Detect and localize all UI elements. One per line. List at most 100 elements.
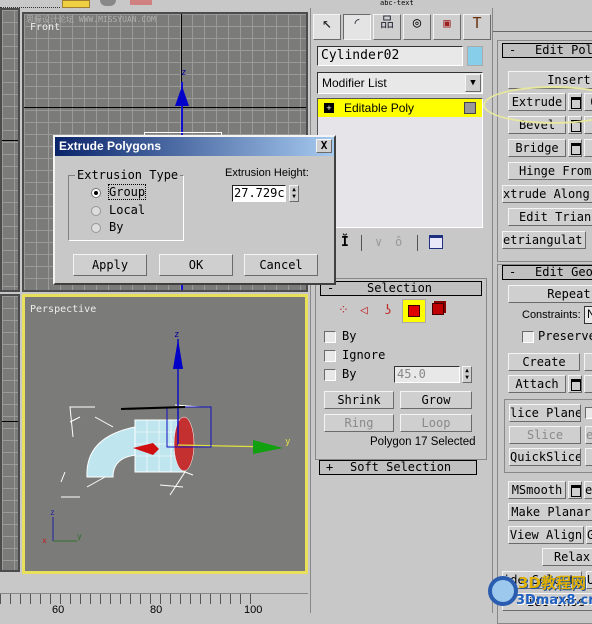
configure-modifier-sets-icon[interactable] <box>429 235 443 249</box>
left-viewport-top[interactable] <box>0 8 20 292</box>
attach-button[interactable]: Attach <box>508 375 566 393</box>
view-align-button[interactable]: View Align <box>508 526 584 544</box>
bridge-settings-icon[interactable] <box>568 139 582 157</box>
grid-align-button[interactable]: G <box>586 526 592 544</box>
split-checkbox[interactable] <box>585 407 592 419</box>
selection-status: Polygon 17 Selected <box>370 436 476 448</box>
abc-text[interactable]: abc-text <box>380 0 414 8</box>
bridge-button[interactable]: Bridge <box>508 139 566 157</box>
constraints-dropdown[interactable]: N <box>584 306 592 324</box>
slice-plane-button[interactable]: lice Plane <box>509 404 581 422</box>
slice-button[interactable]: Slice <box>509 426 581 444</box>
polygon-level-button[interactable] <box>402 299 426 323</box>
tab-modify[interactable]: ◜ <box>343 14 371 40</box>
preserve-uvs-label: Preserve <box>538 329 592 343</box>
object-color-swatch[interactable] <box>467 46 483 66</box>
tessellate-button[interactable]: e <box>584 481 592 499</box>
radio-local[interactable] <box>91 206 101 216</box>
remove-modifier-icon[interactable]: ô <box>395 235 402 249</box>
loop-button[interactable]: Loop <box>400 414 472 432</box>
tab-utilities[interactable]: T <box>463 14 491 40</box>
y-gizmo-arrow <box>253 440 283 454</box>
angle-spinner-input[interactable]: 45.0 <box>394 366 460 383</box>
left-viewport-bottom[interactable] <box>0 294 20 572</box>
dialog-title-bar[interactable]: Extrude Polygons X <box>55 137 334 156</box>
by-vertex-label: By <box>342 329 357 343</box>
grow-button[interactable]: Grow <box>400 391 472 409</box>
preserve-uvs-checkbox[interactable] <box>522 331 534 343</box>
tab-display[interactable]: ▣ <box>433 14 461 40</box>
shadow-line <box>120 406 186 410</box>
shrink-button[interactable]: Shrink <box>324 391 394 409</box>
retriangulate-button[interactable]: etriangulat <box>502 231 586 249</box>
collapse-button[interactable] <box>584 353 592 371</box>
reset-plane-button[interactable]: e <box>585 426 592 444</box>
cut-button[interactable] <box>585 448 592 466</box>
modifier-stack[interactable]: + Editable Poly <box>317 98 483 228</box>
extrusion-height-spinner[interactable]: ▲ ▼ <box>289 185 299 202</box>
ignore-backfacing-checkbox[interactable] <box>324 350 336 362</box>
timeline-ruler[interactable]: 60 80 100 <box>0 593 308 616</box>
tab-hierarchy[interactable]: 品 <box>373 14 401 40</box>
material-icon[interactable] <box>130 0 152 5</box>
by-angle-checkbox[interactable] <box>324 369 336 381</box>
radio-local-label: Local <box>109 203 146 217</box>
create-button[interactable]: Create <box>508 353 580 371</box>
stack-toolbar: Ĭ ∨ ô <box>331 233 491 253</box>
ring-button[interactable]: Ring <box>324 414 394 432</box>
stack-item-toggle-icon[interactable] <box>464 102 476 114</box>
extrude-along-spline-button[interactable]: xtrude Along <box>502 185 592 203</box>
selection-rollout-header[interactable]: - Selection <box>320 281 482 296</box>
perspective-viewport[interactable]: Perspective z y z x y <box>22 294 308 574</box>
render-icon[interactable] <box>100 0 116 6</box>
stack-item-editable-poly[interactable]: + Editable Poly <box>318 99 482 117</box>
edit-triangulation-button[interactable]: Edit Triang <box>508 208 592 226</box>
z-gizmo-arrow <box>173 339 183 369</box>
apply-button[interactable]: Apply <box>73 254 147 276</box>
selection-rollout: - Selection ⁘ ◁ ʖ By Ignore By 45.0 ▲ ▼ S… <box>315 278 487 460</box>
quickslice-button[interactable]: QuickSlice <box>509 448 581 466</box>
ignore-backfacing-label: Ignore <box>342 348 386 362</box>
object-name-field[interactable]: Cylinder02 <box>317 46 463 66</box>
corner-axis-tripod: z x y <box>42 508 82 545</box>
watermark-line2: 3Dmax8.cn <box>516 593 592 608</box>
tab-motion[interactable]: ◎ <box>403 14 431 40</box>
flip-button[interactable] <box>584 139 592 157</box>
make-planar-button[interactable]: Make Planar <box>508 503 592 521</box>
main-toolbar: abc-text <box>0 0 592 8</box>
tab-create[interactable]: ↖ <box>313 14 341 40</box>
border-level-icon[interactable]: ʖ <box>384 303 392 318</box>
timeline-label-100: 100 <box>244 604 263 616</box>
dropdown-arrow-icon[interactable]: ▼ <box>465 74 481 92</box>
radio-group[interactable] <box>91 188 101 198</box>
edit-polygons-header[interactable]: - Edit Pol <box>502 43 592 58</box>
select-icon[interactable] <box>62 0 90 8</box>
detach-button[interactable] <box>584 375 592 393</box>
cancel-button[interactable]: Cancel <box>244 254 318 276</box>
angle-spinner-arrows[interactable]: ▲ ▼ <box>462 366 472 383</box>
soft-selection-rollout-header[interactable]: + Soft Selection <box>319 460 477 475</box>
expand-icon[interactable]: + <box>324 103 334 113</box>
gizmo-z-label: z <box>174 330 179 340</box>
relax-button[interactable]: Relax <box>542 548 592 566</box>
modifier-list-dropdown[interactable]: Modifier List ▼ <box>317 72 483 94</box>
constraints-label: Constraints: <box>522 309 581 321</box>
edit-geometry-header[interactable]: - Edit Geo <box>502 265 592 280</box>
msmooth-settings-icon[interactable] <box>568 481 582 499</box>
pin-stack-icon[interactable]: Ĭ <box>341 235 349 250</box>
hinge-from-edge-button[interactable]: Hinge From <box>508 162 592 180</box>
attach-list-icon[interactable] <box>568 375 582 393</box>
radio-by-polygon[interactable] <box>91 223 101 233</box>
edge-level-icon[interactable]: ◁ <box>360 303 368 318</box>
ok-button[interactable]: OK <box>159 254 233 276</box>
horizontal-axis-line <box>24 107 306 108</box>
timeline-ticks <box>0 594 256 604</box>
make-unique-icon[interactable]: ∨ <box>375 235 382 249</box>
msmooth-button[interactable]: MSmooth <box>508 481 566 499</box>
by-vertex-checkbox[interactable] <box>324 331 336 343</box>
repeat-last-button[interactable]: Repeat L <box>508 285 592 303</box>
vertex-level-icon[interactable]: ⁘ <box>338 303 349 318</box>
extrusion-height-input[interactable]: 27.729c <box>232 185 286 202</box>
dialog-close-button[interactable]: X <box>316 139 332 153</box>
element-level-icon[interactable] <box>432 303 444 315</box>
